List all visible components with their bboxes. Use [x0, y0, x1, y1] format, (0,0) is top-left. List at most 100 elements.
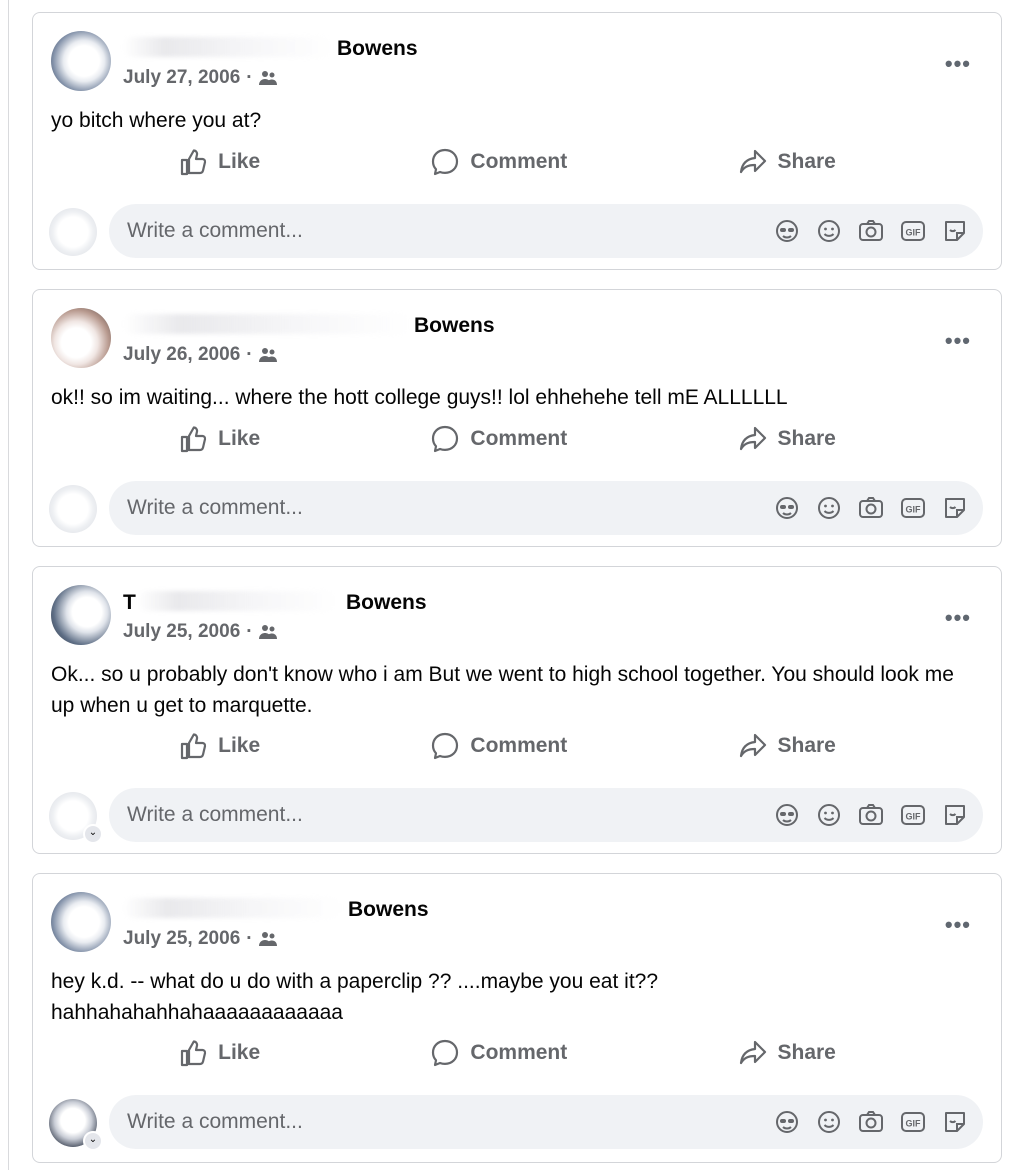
friends-icon[interactable] — [258, 624, 277, 640]
emoji-icon[interactable] — [815, 801, 843, 829]
comment-label: Comment — [470, 734, 568, 757]
chevron-down-icon[interactable]: ⌄ — [83, 1131, 103, 1151]
share-arrow-icon — [739, 149, 766, 174]
name-redaction — [123, 898, 343, 918]
author-name[interactable]: Bowens — [346, 591, 427, 615]
comment-composer: Write a comment... GIF — [33, 481, 1001, 535]
camera-icon[interactable] — [857, 801, 885, 829]
more-options-icon[interactable]: ••• — [945, 912, 971, 938]
like-button[interactable]: Like — [178, 144, 260, 180]
share-arrow-icon — [739, 426, 766, 451]
author-avatar[interactable] — [51, 31, 111, 91]
author-avatar[interactable] — [51, 308, 111, 368]
post-meta: July 26, 2006 · — [123, 344, 277, 366]
comment-button[interactable]: Comment — [430, 144, 567, 180]
emoji-icon[interactable] — [815, 1108, 843, 1136]
comment-placeholder[interactable]: Write a comment... — [127, 803, 773, 827]
like-label: Like — [218, 427, 261, 450]
more-options-icon[interactable]: ••• — [945, 51, 971, 77]
share-label: Share — [777, 427, 836, 450]
camera-icon[interactable] — [857, 494, 885, 522]
author-name[interactable]: Bowens — [414, 314, 495, 338]
comment-bubble-icon — [432, 732, 459, 760]
sticker-icon[interactable] — [941, 801, 969, 829]
sticker-icon[interactable] — [941, 494, 969, 522]
meta-separator: · — [246, 67, 253, 88]
post-date[interactable]: July 25, 2006 — [123, 928, 240, 950]
emoji-icon[interactable] — [815, 494, 843, 522]
more-options-icon[interactable]: ••• — [945, 605, 971, 631]
share-label: Share — [777, 150, 836, 173]
comment-label: Comment — [470, 427, 568, 450]
thumbs-up-icon — [181, 733, 207, 760]
friends-icon[interactable] — [258, 70, 277, 86]
comment-composer: Write a comment... GIF — [33, 204, 1001, 258]
comment-bubble-icon — [432, 148, 459, 176]
avatar-sticker-icon[interactable] — [773, 1108, 801, 1136]
post-date[interactable]: July 25, 2006 — [123, 621, 240, 643]
post-actions: Like Comment Share — [33, 421, 1001, 457]
author-name[interactable]: Bowens — [337, 37, 418, 61]
post-meta: July 27, 2006 · — [123, 67, 277, 89]
like-button[interactable]: Like — [178, 421, 260, 457]
name-redaction — [123, 314, 413, 334]
comment-composer: ⌄ Write a comment... GIF — [33, 1095, 1001, 1151]
camera-icon[interactable] — [857, 1108, 885, 1136]
current-user-avatar[interactable] — [49, 485, 97, 533]
post-text: hey k.d. -- what do u do with a papercli… — [51, 970, 659, 1024]
comment-button[interactable]: Comment — [430, 728, 567, 764]
sticker-icon[interactable] — [941, 1108, 969, 1136]
share-button[interactable]: Share — [738, 1035, 836, 1071]
comment-placeholder[interactable]: Write a comment... — [127, 496, 773, 520]
svg-text:GIF: GIF — [906, 812, 922, 822]
svg-text:GIF: GIF — [906, 505, 922, 515]
comment-input[interactable]: Write a comment... GIF — [109, 481, 983, 535]
like-button[interactable]: Like — [178, 728, 260, 764]
post-date[interactable]: July 27, 2006 — [123, 67, 240, 89]
emoji-icon[interactable] — [815, 217, 843, 245]
avatar-sticker-icon[interactable] — [773, 801, 801, 829]
gif-icon[interactable]: GIF — [899, 217, 927, 245]
comment-label: Comment — [470, 1041, 568, 1064]
like-label: Like — [218, 1041, 261, 1064]
post-card: Bowens July 26, 2006 · ••• ok!! so im wa… — [32, 289, 1002, 547]
comment-placeholder[interactable]: Write a comment... — [127, 1110, 773, 1134]
chevron-down-icon[interactable]: ⌄ — [83, 824, 103, 844]
share-button[interactable]: Share — [738, 728, 836, 764]
share-button[interactable]: Share — [738, 421, 836, 457]
post-card: T Bowens July 25, 2006 · ••• Ok... so u … — [32, 566, 1002, 854]
comment-button[interactable]: Comment — [430, 1035, 567, 1071]
author-name-initial[interactable]: T — [123, 591, 136, 615]
comment-input[interactable]: Write a comment... GIF — [109, 204, 983, 258]
post-date[interactable]: July 26, 2006 — [123, 344, 240, 366]
author-name[interactable]: Bowens — [348, 898, 429, 922]
meta-separator: · — [246, 344, 253, 365]
more-options-icon[interactable]: ••• — [945, 328, 971, 354]
share-button[interactable]: Share — [738, 144, 836, 180]
gif-icon[interactable]: GIF — [899, 801, 927, 829]
comment-placeholder[interactable]: Write a comment... — [127, 219, 773, 243]
current-user-avatar[interactable] — [49, 208, 97, 256]
comment-bubble-icon — [432, 425, 459, 453]
comment-button[interactable]: Comment — [430, 421, 567, 457]
avatar-sticker-icon[interactable] — [773, 494, 801, 522]
comment-tools: GIF — [773, 494, 969, 522]
post-text: ok!! so im waiting... where the hott col… — [51, 386, 788, 409]
post-meta: July 25, 2006 · — [123, 621, 277, 643]
sticker-icon[interactable] — [941, 217, 969, 245]
comment-bubble-icon — [432, 1039, 459, 1067]
comment-input[interactable]: Write a comment... GIF — [109, 788, 983, 842]
gif-icon[interactable]: GIF — [899, 1108, 927, 1136]
comment-input[interactable]: Write a comment... GIF — [109, 1095, 983, 1149]
friends-icon[interactable] — [258, 931, 277, 947]
post-text: yo bitch where you at? — [51, 109, 262, 132]
camera-icon[interactable] — [857, 217, 885, 245]
like-button[interactable]: Like — [178, 1035, 260, 1071]
avatar-sticker-icon[interactable] — [773, 217, 801, 245]
author-avatar[interactable] — [51, 585, 111, 645]
thumbs-up-icon — [181, 1040, 207, 1067]
friends-icon[interactable] — [258, 347, 277, 363]
comment-tools: GIF — [773, 217, 969, 245]
author-avatar[interactable] — [51, 892, 111, 952]
gif-icon[interactable]: GIF — [899, 494, 927, 522]
